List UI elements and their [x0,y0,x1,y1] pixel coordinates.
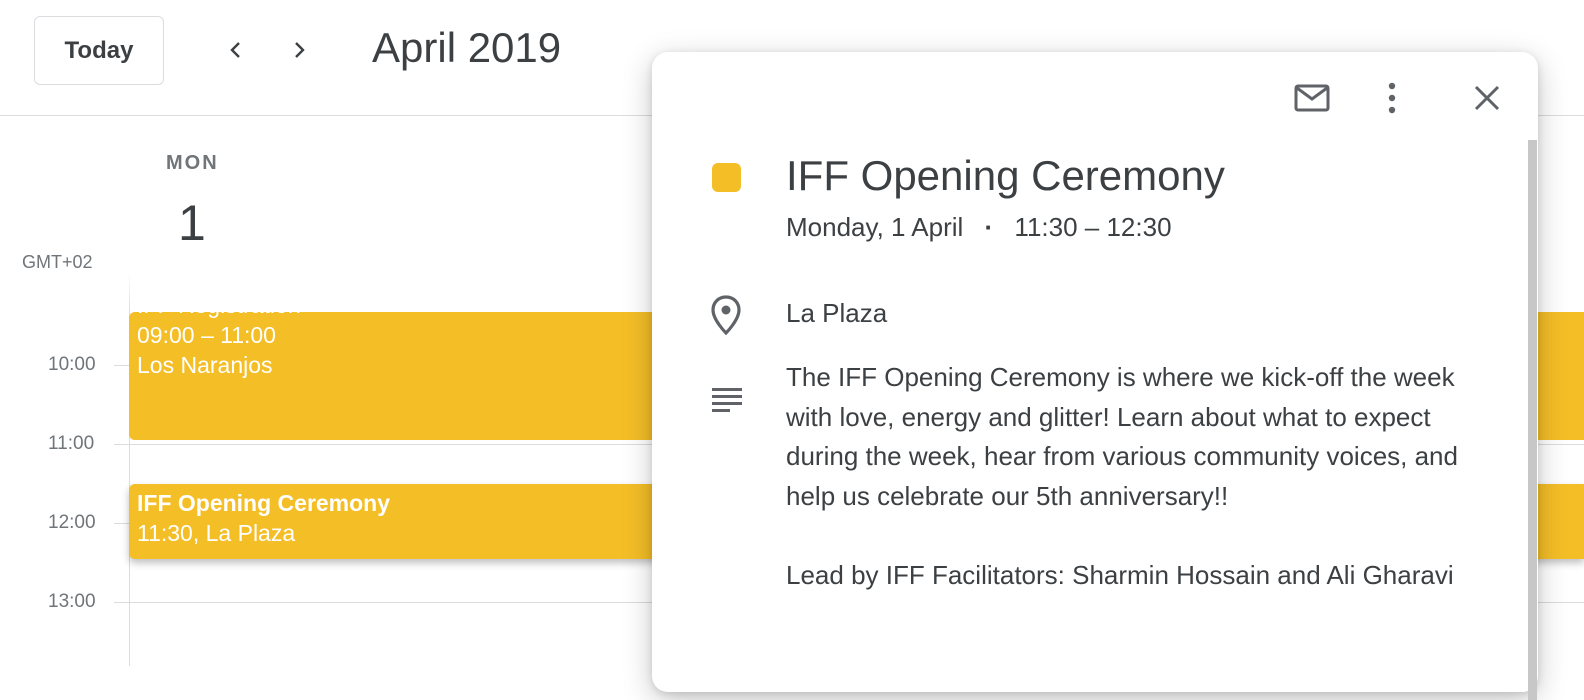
email-guests-button[interactable] [1292,78,1332,118]
weekday-label: MON [166,152,219,174]
chevron-left-icon [230,42,240,58]
description-paragraph: Lead by IFF Facilitators: Sharmin Hossai… [786,559,1454,590]
close-button[interactable] [1467,78,1507,118]
close-icon [1474,85,1500,111]
popup-event-description: The IFF Opening Ceremony is where we kic… [786,358,1486,635]
day-number[interactable]: 1 [178,194,206,252]
hour-label: 13:00 [48,591,96,612]
current-month-title: April 2019 [372,24,562,71]
timezone-label: GMT+02 [22,252,93,272]
hour-label: 10:00 [48,354,96,375]
popup-event-datetime: Monday, 1 April · 11:30 – 12:30 [786,212,1172,243]
previous-period-button[interactable] [214,28,258,72]
popup-scrollbar[interactable] [1528,140,1537,700]
next-period-button[interactable] [277,28,321,72]
event-color-swatch [712,163,741,192]
description-icon [712,388,742,412]
more-options-button[interactable] [1372,78,1412,118]
more-vert-icon [1388,82,1396,114]
popup-event-date: Monday, 1 April [786,212,964,242]
popup-event-location[interactable]: La Plaza [786,298,887,329]
chevron-right-icon [295,42,305,58]
popup-event-time: 11:30 – 12:30 [1014,212,1172,242]
datetime-separator: · [984,212,994,242]
mail-icon [1294,84,1330,112]
popup-event-title: IFF Opening Ceremony [786,152,1225,199]
hour-label: 12:00 [48,512,96,533]
event-detail-popup: IFF Opening Ceremony Monday, 1 April · 1… [652,52,1538,700]
hour-label: 11:00 [48,433,95,454]
description-paragraph: The IFF Opening Ceremony is where we kic… [786,362,1458,511]
location-pin-icon [711,295,741,336]
today-button[interactable]: Today [34,16,164,85]
